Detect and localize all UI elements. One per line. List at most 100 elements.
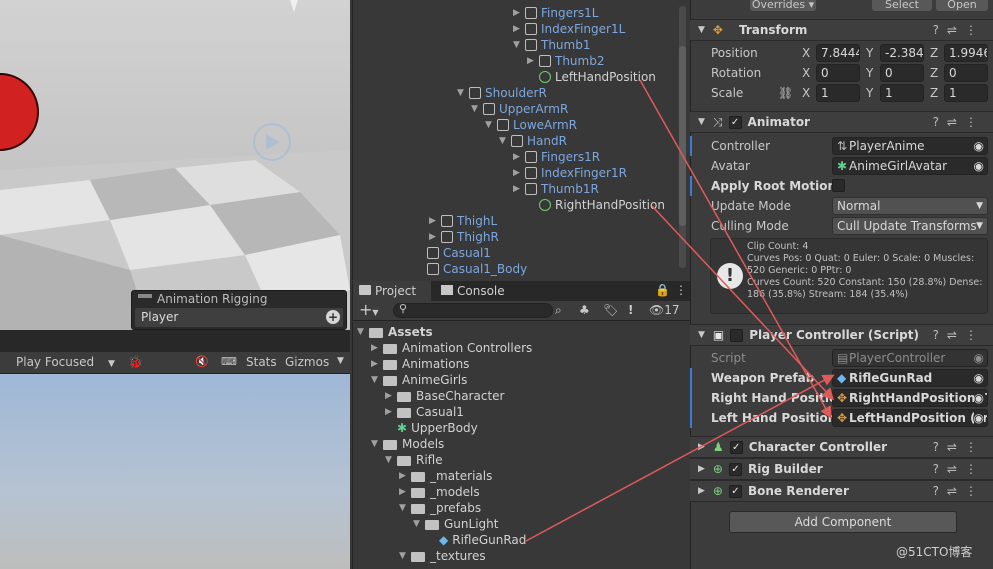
keyboard-icon[interactable]: ⌨ bbox=[221, 355, 237, 368]
scale-z-field[interactable]: 1 bbox=[944, 84, 988, 102]
foldout-down-icon[interactable]: ▼ bbox=[698, 117, 705, 127]
component-menu-icons[interactable]: ?⇌⋮ bbox=[933, 328, 985, 342]
foldout-right-icon[interactable]: ▶ bbox=[513, 181, 523, 197]
position-x-field[interactable]: 7.8444 bbox=[816, 44, 860, 62]
scene-view[interactable] bbox=[0, 0, 350, 330]
project-tree-item[interactable]: ▼ Models bbox=[371, 436, 444, 452]
project-tree-item[interactable]: ▼ _textures bbox=[399, 548, 486, 564]
hierarchy-item[interactable]: ▶ IndexFinger1L bbox=[513, 21, 625, 37]
object-picker-icon[interactable]: ◉ bbox=[973, 410, 984, 426]
object-picker-icon[interactable]: ◉ bbox=[974, 138, 984, 154]
scale-y-field[interactable]: 1 bbox=[880, 84, 924, 102]
player-controller-enabled-checkbox[interactable] bbox=[730, 328, 744, 342]
hierarchy-item[interactable]: RightHandPosition bbox=[527, 197, 665, 213]
project-tree-panel[interactable]: ▼ Assets ▶ Animation Controllers ▶ Animations… bbox=[352, 322, 690, 569]
game-view[interactable] bbox=[0, 374, 350, 569]
hierarchy-scrollbar[interactable] bbox=[679, 6, 686, 268]
foldout-right-icon[interactable]: ▶ bbox=[698, 442, 705, 452]
avatar-field[interactable]: ✱ AnimeGirlAvatar ◉ bbox=[832, 157, 988, 175]
gizmos-dropdown-icon[interactable]: ▼ bbox=[337, 356, 344, 366]
hidden-packages-badge[interactable]: 👁17 bbox=[649, 303, 680, 317]
more-menu-icon[interactable]: ⋮ bbox=[675, 283, 687, 297]
hierarchy-item[interactable]: LeftHandPosition bbox=[527, 69, 656, 85]
foldout-right-icon[interactable]: ▶ bbox=[385, 388, 395, 404]
rotation-z-field[interactable]: 0 bbox=[944, 64, 988, 82]
filter-label-icon[interactable]: 🏷 bbox=[603, 303, 618, 317]
bone-renderer-header[interactable]: ▶ ⊕ ✓ Bone Renderer ?⇌⋮ bbox=[690, 480, 993, 502]
project-tree-item[interactable]: ▼ AnimeGirls bbox=[371, 372, 467, 388]
hierarchy-item[interactable]: ▶ ThighL bbox=[429, 213, 497, 229]
foldout-right-icon[interactable]: ▶ bbox=[513, 149, 523, 165]
foldout-right-icon[interactable]: ▶ bbox=[527, 53, 537, 69]
select-button[interactable]: Select bbox=[872, 0, 932, 11]
project-tree-item[interactable]: ▼ Rifle bbox=[385, 452, 443, 468]
project-tree-item[interactable]: ▶ _materials bbox=[399, 468, 492, 484]
object-picker-icon[interactable]: ◉ bbox=[974, 158, 984, 174]
foldout-right-icon[interactable]: ▶ bbox=[513, 165, 523, 181]
foldout-right-icon[interactable]: ▶ bbox=[399, 468, 409, 484]
weapon-prefab-field[interactable]: ◆ RifleGunRad ◉ bbox=[832, 369, 988, 387]
character-controller-enabled-checkbox[interactable]: ✓ bbox=[729, 440, 743, 454]
foldout-right-icon[interactable]: ▶ bbox=[371, 356, 381, 372]
object-picker-icon[interactable]: ◉ bbox=[974, 370, 984, 386]
foldout-down-icon[interactable]: ▼ bbox=[499, 133, 509, 149]
object-picker-icon[interactable]: ◉ bbox=[973, 390, 984, 406]
lock-icon[interactable]: 🔒 bbox=[655, 283, 670, 297]
transform-header[interactable]: ▼ ✥ Transform ?⇌⋮ bbox=[690, 19, 993, 41]
scale-x-field[interactable]: 1 bbox=[816, 84, 860, 102]
project-tree-item[interactable]: ▼ GunLight bbox=[413, 516, 498, 532]
foldout-down-icon[interactable]: ▼ bbox=[457, 85, 467, 101]
scrollbar-thumb[interactable] bbox=[679, 46, 686, 226]
hierarchy-panel[interactable]: ▶ Fingers1L ▶ IndexFinger1L ▼ Thumb1 ▶ Thumb2 Le… bbox=[352, 0, 690, 280]
add-component-button[interactable]: Add Component bbox=[729, 511, 957, 533]
rig-target-field[interactable]: Player + bbox=[135, 308, 343, 327]
component-menu-icons[interactable]: ?⇌⋮ bbox=[933, 23, 985, 37]
hierarchy-item[interactable]: ▶ Thumb2 bbox=[527, 53, 604, 69]
foldout-down-icon[interactable]: ▼ bbox=[399, 500, 409, 516]
open-button[interactable]: Open bbox=[936, 0, 988, 11]
hierarchy-item[interactable]: ▼ HandR bbox=[499, 133, 567, 149]
filter-type-icon[interactable]: ♣ bbox=[579, 303, 590, 317]
right-hand-position-field[interactable]: ✥ RightHandPosition (T ◉ bbox=[832, 389, 988, 407]
warning-filter-icon[interactable]: ! bbox=[628, 303, 633, 317]
foldout-down-icon[interactable]: ▼ bbox=[385, 452, 395, 468]
add-icon[interactable]: + bbox=[326, 310, 340, 324]
foldout-down-icon[interactable]: ▼ bbox=[698, 330, 705, 340]
foldout-down-icon[interactable]: ▼ bbox=[371, 372, 381, 388]
component-menu-icons[interactable]: ?⇌⋮ bbox=[933, 440, 985, 454]
rotation-x-field[interactable]: 0 bbox=[816, 64, 860, 82]
animator-header[interactable]: ▼ ⤨ ✓ Animator ?⇌⋮ bbox=[690, 111, 993, 133]
foldout-down-icon[interactable]: ▼ bbox=[399, 548, 409, 564]
component-menu-icons[interactable]: ?⇌⋮ bbox=[933, 115, 985, 129]
foldout-down-icon[interactable]: ▼ bbox=[357, 324, 367, 340]
mute-audio-icon[interactable]: 🔇 bbox=[195, 355, 209, 368]
bone-renderer-enabled-checkbox[interactable]: ✓ bbox=[728, 484, 742, 498]
hierarchy-item[interactable]: ▼ Thumb1 bbox=[513, 37, 590, 53]
project-tree-item[interactable]: ▶ BaseCharacter bbox=[385, 388, 504, 404]
left-hand-position-field[interactable]: ✥ LeftHandPosition (Tr ◉ bbox=[832, 409, 988, 427]
overrides-dropdown[interactable]: Overrides ▾ bbox=[750, 0, 816, 11]
project-tree-item[interactable]: ▶ _models bbox=[399, 484, 480, 500]
project-tree-item[interactable]: ▶ Animations bbox=[371, 356, 469, 372]
foldout-down-icon[interactable]: ▼ bbox=[513, 37, 523, 53]
update-mode-dropdown[interactable]: Normal ▼ bbox=[832, 197, 988, 215]
animator-enabled-checkbox[interactable]: ✓ bbox=[728, 115, 742, 129]
foldout-right-icon[interactable]: ▶ bbox=[513, 21, 523, 37]
rig-builder-header[interactable]: ▶ ⊕ ✓ Rig Builder ?⇌⋮ bbox=[690, 458, 993, 480]
constrain-proportions-icon[interactable]: ⛓ bbox=[778, 86, 793, 100]
project-tree-item[interactable]: ▶ Casual1 bbox=[385, 404, 464, 420]
foldout-down-icon[interactable]: ▼ bbox=[471, 101, 481, 117]
hierarchy-item[interactable]: Casual1_Body bbox=[415, 261, 527, 277]
hierarchy-item[interactable]: ▶ ThighR bbox=[429, 229, 499, 245]
stats-button[interactable]: Stats bbox=[246, 355, 277, 369]
hierarchy-item[interactable]: ▶ Thumb1R bbox=[513, 181, 599, 197]
foldout-down-icon[interactable]: ▼ bbox=[413, 516, 423, 532]
hierarchy-item[interactable]: ▼ UpperArmR bbox=[471, 101, 568, 117]
foldout-right-icon[interactable]: ▶ bbox=[698, 464, 705, 474]
play-mode-dropdown[interactable]: Play Focused ▼ bbox=[16, 355, 115, 369]
component-menu-icons[interactable]: ?⇌⋮ bbox=[933, 484, 985, 498]
foldout-right-icon[interactable]: ▶ bbox=[385, 404, 395, 420]
foldout-right-icon[interactable]: ▶ bbox=[513, 5, 523, 21]
project-tree-item[interactable]: ▼ _prefabs bbox=[399, 500, 481, 516]
controller-field[interactable]: ⇅ PlayerAnime ◉ bbox=[832, 137, 988, 155]
